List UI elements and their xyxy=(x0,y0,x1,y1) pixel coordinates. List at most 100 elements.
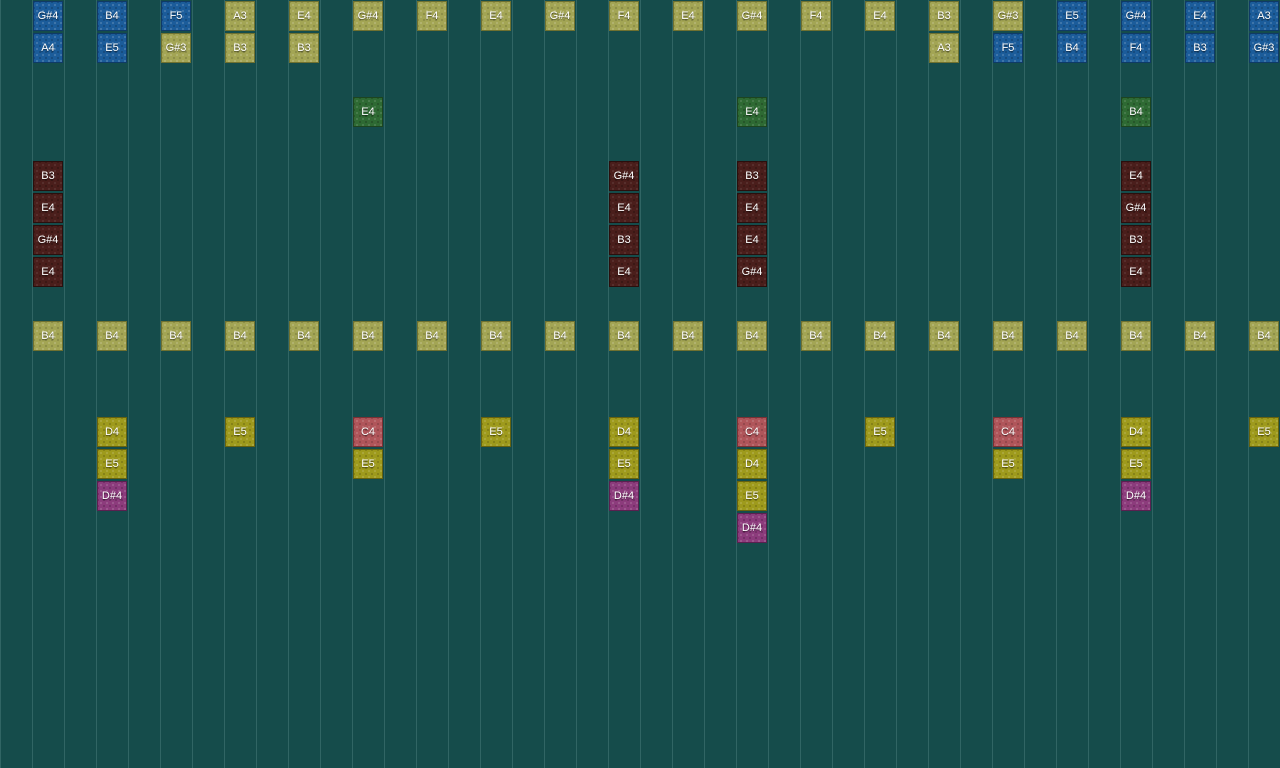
note-tile[interactable]: B4 xyxy=(929,321,959,351)
note-tile[interactable]: D4 xyxy=(97,417,127,447)
grid-line xyxy=(960,0,961,768)
note-tile[interactable]: B4 xyxy=(545,321,575,351)
note-tile[interactable]: A3 xyxy=(1249,1,1279,31)
note-tile[interactable]: B3 xyxy=(737,161,767,191)
note-tile[interactable]: E4 xyxy=(33,257,63,287)
note-tile[interactable]: E5 xyxy=(865,417,895,447)
note-tile[interactable]: B4 xyxy=(481,321,511,351)
note-tile[interactable]: B4 xyxy=(993,321,1023,351)
note-tile[interactable]: A3 xyxy=(225,1,255,31)
note-tile[interactable]: B4 xyxy=(1057,33,1087,63)
note-tile[interactable]: B4 xyxy=(1121,321,1151,351)
note-tile[interactable]: E4 xyxy=(33,193,63,223)
note-tile[interactable]: B4 xyxy=(609,321,639,351)
note-tile[interactable]: B4 xyxy=(97,321,127,351)
note-tile[interactable]: C4 xyxy=(993,417,1023,447)
grid-line xyxy=(896,0,897,768)
note-tile[interactable]: D4 xyxy=(737,449,767,479)
note-tile[interactable]: B4 xyxy=(1057,321,1087,351)
note-tile[interactable]: E5 xyxy=(481,417,511,447)
grid-line xyxy=(832,0,833,768)
note-tile[interactable]: B4 xyxy=(1121,97,1151,127)
note-tile[interactable]: F5 xyxy=(993,33,1023,63)
note-tile[interactable]: B4 xyxy=(673,321,703,351)
note-tile[interactable]: B3 xyxy=(289,33,319,63)
note-tile[interactable]: B4 xyxy=(97,1,127,31)
note-tile[interactable]: B4 xyxy=(1249,321,1279,351)
grid-line xyxy=(800,0,801,768)
note-tile[interactable]: E4 xyxy=(289,1,319,31)
note-tile[interactable]: F4 xyxy=(609,1,639,31)
note-tile[interactable]: G#4 xyxy=(609,161,639,191)
note-tile[interactable]: G#4 xyxy=(1121,193,1151,223)
note-tile[interactable]: G#3 xyxy=(161,33,191,63)
note-tile[interactable]: B3 xyxy=(1121,225,1151,255)
note-tile[interactable]: E4 xyxy=(737,193,767,223)
note-tile[interactable]: B4 xyxy=(865,321,895,351)
note-tile[interactable]: G#4 xyxy=(1121,1,1151,31)
note-tile[interactable]: D#4 xyxy=(737,513,767,543)
note-tile[interactable]: F5 xyxy=(161,1,191,31)
note-tile[interactable]: B3 xyxy=(225,33,255,63)
note-tile[interactable]: E5 xyxy=(225,417,255,447)
note-tile[interactable]: B4 xyxy=(737,321,767,351)
note-tile[interactable]: E4 xyxy=(737,225,767,255)
grid-line xyxy=(96,0,97,768)
note-tile[interactable]: E4 xyxy=(481,1,511,31)
note-tile[interactable]: D4 xyxy=(609,417,639,447)
note-tile[interactable]: E4 xyxy=(737,97,767,127)
note-tile[interactable]: B4 xyxy=(161,321,191,351)
note-tile[interactable]: E5 xyxy=(353,449,383,479)
note-tile[interactable]: E4 xyxy=(1121,257,1151,287)
note-tile[interactable]: C4 xyxy=(737,417,767,447)
note-tile[interactable]: D#4 xyxy=(97,481,127,511)
note-tile[interactable]: A4 xyxy=(33,33,63,63)
note-tile[interactable]: B3 xyxy=(609,225,639,255)
note-tile[interactable]: B4 xyxy=(1185,321,1215,351)
note-tile[interactable]: B4 xyxy=(353,321,383,351)
note-tile[interactable]: G#4 xyxy=(33,225,63,255)
note-tile[interactable]: F4 xyxy=(417,1,447,31)
note-tile[interactable]: E5 xyxy=(1057,1,1087,31)
note-tile[interactable]: E5 xyxy=(1121,449,1151,479)
grid-line xyxy=(256,0,257,768)
note-tile[interactable]: A3 xyxy=(929,33,959,63)
note-tile[interactable]: E4 xyxy=(609,193,639,223)
note-tile[interactable]: C4 xyxy=(353,417,383,447)
note-tile[interactable]: B4 xyxy=(33,321,63,351)
note-tile[interactable]: E5 xyxy=(97,449,127,479)
note-tile[interactable]: E5 xyxy=(993,449,1023,479)
note-tile[interactable]: G#4 xyxy=(737,257,767,287)
note-tile[interactable]: G#3 xyxy=(1249,33,1279,63)
grid-line xyxy=(288,0,289,768)
note-tile[interactable]: E5 xyxy=(609,449,639,479)
note-tile[interactable]: B3 xyxy=(1185,33,1215,63)
note-tile[interactable]: G#4 xyxy=(353,1,383,31)
note-tile[interactable]: B4 xyxy=(289,321,319,351)
note-tile[interactable]: B3 xyxy=(929,1,959,31)
note-tile[interactable]: G#4 xyxy=(545,1,575,31)
note-tile[interactable]: E4 xyxy=(673,1,703,31)
note-tile[interactable]: E5 xyxy=(97,33,127,63)
note-tile[interactable]: E5 xyxy=(1249,417,1279,447)
note-tile[interactable]: B4 xyxy=(801,321,831,351)
note-tile[interactable]: B4 xyxy=(225,321,255,351)
note-tile[interactable]: E4 xyxy=(353,97,383,127)
note-tile[interactable]: E4 xyxy=(1121,161,1151,191)
note-tile[interactable]: E5 xyxy=(737,481,767,511)
grid-line xyxy=(1248,0,1249,768)
note-tile[interactable]: E4 xyxy=(865,1,895,31)
note-tile[interactable]: G#4 xyxy=(33,1,63,31)
note-tile[interactable]: B4 xyxy=(417,321,447,351)
note-tile[interactable]: G#4 xyxy=(737,1,767,31)
note-tile[interactable]: E4 xyxy=(609,257,639,287)
note-tile[interactable]: D#4 xyxy=(1121,481,1151,511)
note-tile[interactable]: D#4 xyxy=(609,481,639,511)
note-tile[interactable]: G#3 xyxy=(993,1,1023,31)
note-tile[interactable]: F4 xyxy=(801,1,831,31)
note-tile[interactable]: E4 xyxy=(1185,1,1215,31)
grid-line xyxy=(512,0,513,768)
note-tile[interactable]: F4 xyxy=(1121,33,1151,63)
note-tile[interactable]: D4 xyxy=(1121,417,1151,447)
note-tile[interactable]: B3 xyxy=(33,161,63,191)
